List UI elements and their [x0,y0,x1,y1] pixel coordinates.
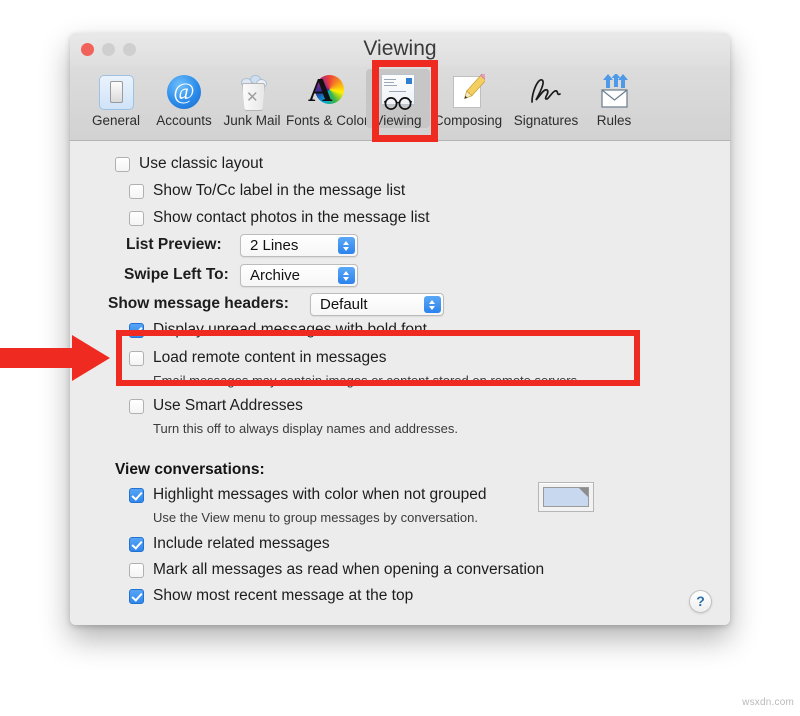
mark-all-read-label: Mark all messages as read when opening a… [153,561,545,578]
pencil-icon [430,72,506,112]
highlight-messages-color-checkbox[interactable] [129,487,144,503]
checkbox-mark-all-read[interactable]: Mark all messages as read when opening a… [129,561,544,579]
swipe-left-to-stepper[interactable] [338,267,355,284]
checkbox-use-classic-layout[interactable]: Use classic layout [115,155,263,173]
checkbox-display-unread-bold[interactable]: Display unread messages with bold font [129,321,427,339]
tab-junk-mail[interactable]: ✕ Junk Mail [218,69,286,128]
checkbox-most-recent-top[interactable]: Show most recent message at the top [129,587,413,605]
chevron-up-icon [343,270,350,275]
show-message-headers-value: Default [320,296,368,313]
checkbox-include-related-messages[interactable]: Include related messages [129,535,330,553]
tab-composing[interactable]: Composing [430,69,506,128]
checkbox-show-contact-photos[interactable]: Show contact photos in the message list [129,209,430,227]
window-titlebar: Viewing [70,33,730,67]
tab-general-label: General [91,113,141,128]
at-sign-icon: @ [150,72,218,112]
load-remote-content-note: Email messages may contain images or con… [153,373,581,388]
tab-general[interactable]: General [82,69,150,128]
list-preview-stepper[interactable] [338,237,355,254]
mark-all-read-checkbox[interactable] [129,562,144,578]
help-button[interactable]: ? [689,590,712,613]
chevron-down-icon [343,276,350,281]
show-tocc-label-label: Show To/Cc label in the message list [153,182,406,199]
use-smart-addresses-label: Use Smart Addresses [153,397,303,414]
most-recent-top-label: Show most recent message at the top [153,587,414,604]
highlight-messages-color-note: Use the View menu to group messages by c… [153,510,478,525]
tab-viewing-label: Viewing [374,113,422,128]
general-icon [82,72,150,112]
eyeglasses-icon [366,72,430,112]
highlight-color-swatch [543,487,589,507]
window-title: Viewing [363,37,437,60]
field-swipe-left-to: Swipe Left To: [124,266,229,284]
tab-rules-label: Rules [596,113,632,128]
chevron-down-icon [343,246,350,251]
trash-can-icon: ✕ [218,72,286,112]
preferences-toolbar: General @ Accounts ✕ Junk Mail A Fonts &… [70,67,730,141]
tab-viewing[interactable]: Viewing [366,69,430,128]
tab-accounts-label: Accounts [156,113,212,128]
highlight-color-well[interactable] [538,482,594,512]
tab-signatures[interactable]: Signatures [506,69,586,128]
use-classic-layout-checkbox[interactable] [115,156,130,172]
chevron-down-icon [429,305,436,310]
show-contact-photos-label: Show contact photos in the message list [153,209,430,226]
swipe-left-to-dropdown[interactable]: Archive [240,264,358,287]
use-classic-layout-label: Use classic layout [139,155,264,172]
tab-fonts-colors-label: Fonts & Color [286,113,369,128]
list-preview-label: List Preview: [126,236,222,253]
color-wheel-icon: A [286,72,366,112]
list-preview-value: 2 Lines [250,237,299,254]
display-unread-bold-label: Display unread messages with bold font [153,321,427,338]
checkbox-load-remote-content[interactable]: Load remote content in messages [129,349,387,367]
glasses-shape [383,96,413,110]
signature-icon [506,72,586,112]
include-related-messages-checkbox[interactable] [129,536,144,552]
tab-composing-label: Composing [433,113,503,128]
include-related-messages-label: Include related messages [153,535,330,552]
swipe-left-to-label: Swipe Left To: [124,266,229,283]
viewing-settings-pane: Use classic layout Show To/Cc label in t… [70,141,730,625]
display-unread-bold-checkbox[interactable] [129,322,144,338]
tab-signatures-label: Signatures [513,113,579,128]
load-remote-content-checkbox[interactable] [129,350,144,366]
envelope-arrows-icon [586,72,642,112]
tab-rules[interactable]: Rules [586,69,642,128]
checkbox-highlight-messages-color[interactable]: Highlight messages with color when not g… [129,486,486,504]
swipe-left-to-value: Archive [250,267,301,284]
load-remote-content-label: Load remote content in messages [153,349,387,366]
use-smart-addresses-checkbox[interactable] [129,398,144,414]
list-preview-dropdown[interactable]: 2 Lines [240,234,358,257]
highlight-messages-color-label: Highlight messages with color when not g… [153,486,487,503]
mail-preferences-window: Viewing General @ Accounts ✕ Junk Mail A… [70,33,730,625]
chevron-up-icon [429,299,436,304]
tab-junk-mail-label: Junk Mail [223,113,281,128]
tab-fonts-colors[interactable]: A Fonts & Color [286,69,369,129]
show-message-headers-stepper[interactable] [424,296,441,313]
chevron-up-icon [343,240,350,245]
checkbox-use-smart-addresses[interactable]: Use Smart Addresses [129,397,303,415]
view-conversations-heading: View conversations: [115,461,265,478]
checkbox-show-tocc-label[interactable]: Show To/Cc label in the message list [129,182,405,200]
show-message-headers-label: Show message headers: [108,295,289,312]
show-tocc-label-checkbox[interactable] [129,183,144,199]
field-list-preview: List Preview: [126,236,222,254]
watermark: wsxdn.com [742,697,794,708]
show-message-headers-dropdown[interactable]: Default [310,293,444,316]
tab-accounts[interactable]: @ Accounts [150,69,218,128]
most-recent-top-checkbox[interactable] [129,588,144,604]
use-smart-addresses-note: Turn this off to always display names an… [153,421,458,436]
field-show-message-headers: Show message headers: [108,295,289,313]
show-contact-photos-checkbox[interactable] [129,210,144,226]
